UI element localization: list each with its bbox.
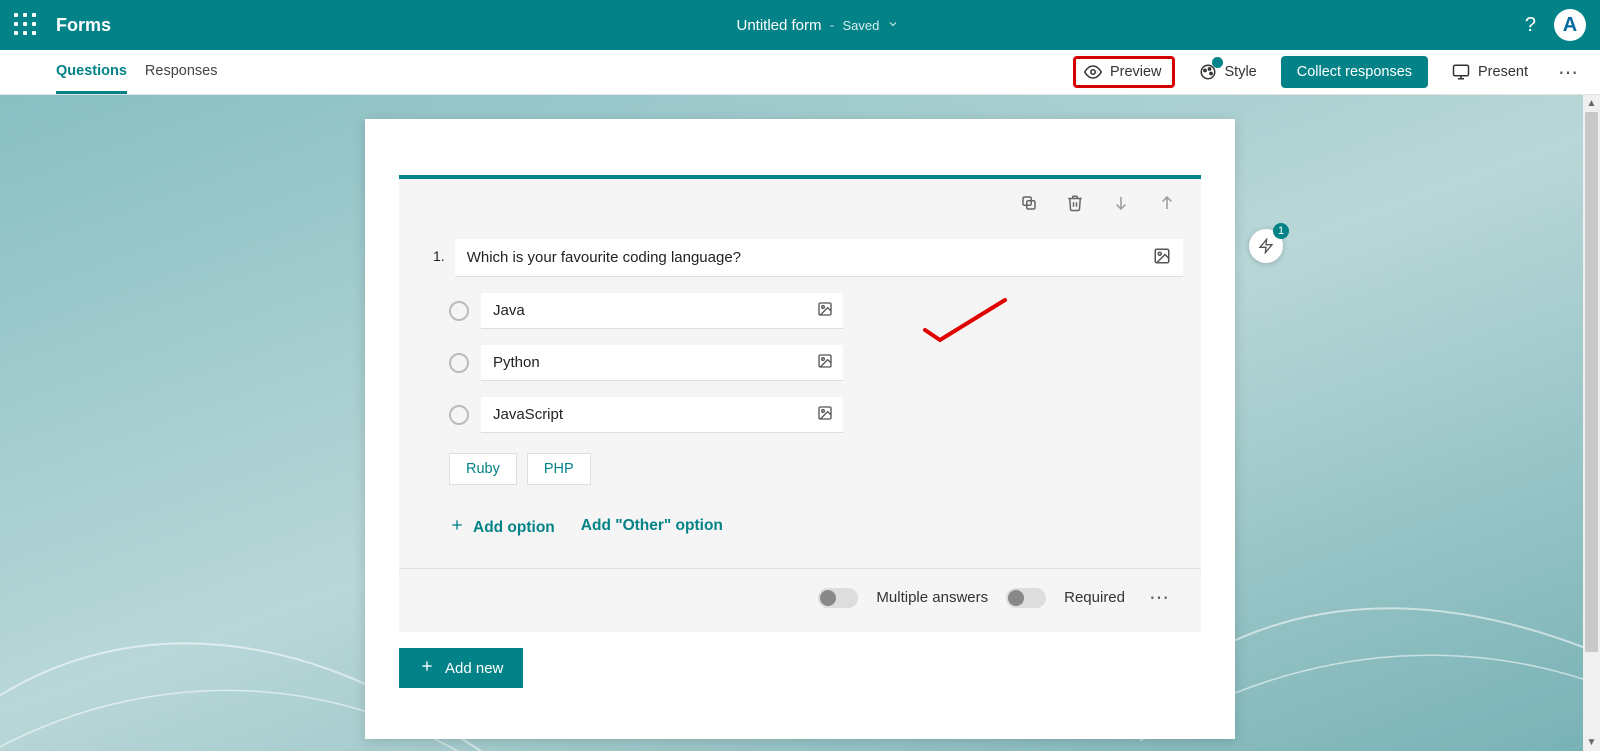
palette-icon <box>1199 63 1217 81</box>
radio-icon[interactable] <box>449 405 469 425</box>
add-new-label: Add new <box>445 660 503 677</box>
option-row <box>449 397 1183 433</box>
trash-icon[interactable] <box>1065 193 1085 213</box>
option-input[interactable] <box>481 397 843 433</box>
collect-responses-button[interactable]: Collect responses <box>1281 56 1428 88</box>
tab-responses[interactable]: Responses <box>145 51 218 94</box>
add-option-button[interactable]: Add option <box>449 517 555 538</box>
insert-media-icon[interactable] <box>817 301 833 322</box>
option-row <box>449 345 1183 381</box>
app-header: Forms Untitled form - Saved ? A <box>0 0 1600 50</box>
insert-media-icon[interactable] <box>817 405 833 426</box>
option-row <box>449 293 1183 329</box>
lightning-icon <box>1258 238 1274 254</box>
multiple-answers-toggle[interactable] <box>818 588 858 608</box>
option-input[interactable] <box>481 293 843 329</box>
plus-icon <box>419 658 435 678</box>
question-card[interactable]: 1. <box>399 175 1201 632</box>
scroll-down-icon[interactable]: ▼ <box>1583 734 1600 751</box>
add-new-button[interactable]: Add new <box>399 648 523 688</box>
app-name[interactable]: Forms <box>56 15 111 36</box>
tab-questions[interactable]: Questions <box>56 51 127 94</box>
preview-label: Preview <box>1110 64 1162 80</box>
monitor-icon <box>1452 63 1470 81</box>
multiple-answers-label: Multiple answers <box>876 589 988 606</box>
style-label: Style <box>1225 64 1257 80</box>
canvas: 1 1. <box>0 95 1600 751</box>
chevron-down-icon[interactable] <box>887 17 899 34</box>
option-input[interactable] <box>481 345 843 381</box>
present-button[interactable]: Present <box>1442 57 1538 87</box>
eye-icon <box>1084 63 1102 81</box>
present-label: Present <box>1478 64 1528 80</box>
user-avatar[interactable]: A <box>1554 9 1586 41</box>
preview-button[interactable]: Preview <box>1073 56 1175 88</box>
move-down-icon[interactable] <box>1111 193 1131 213</box>
radio-icon[interactable] <box>449 301 469 321</box>
style-button[interactable]: Style <box>1189 57 1267 87</box>
ideas-button[interactable]: 1 <box>1249 229 1283 263</box>
form-sheet: 1. <box>365 119 1235 739</box>
vertical-scrollbar[interactable]: ▲ ▼ <box>1583 95 1600 751</box>
collect-label: Collect responses <box>1297 64 1412 80</box>
question-more-icon[interactable]: ⋯ <box>1143 585 1177 610</box>
suggestion-chip[interactable]: PHP <box>527 453 591 485</box>
scroll-thumb[interactable] <box>1585 112 1598 652</box>
plus-icon <box>449 517 465 538</box>
form-title-area: Untitled form - Saved <box>111 17 1525 34</box>
question-text-input[interactable] <box>455 239 1183 277</box>
more-icon[interactable]: ⋯ <box>1552 60 1586 85</box>
question-number: 1. <box>433 239 445 264</box>
app-launcher-icon[interactable] <box>14 13 38 37</box>
save-status: Saved <box>843 18 880 33</box>
move-up-icon[interactable] <box>1157 193 1177 213</box>
required-label: Required <box>1064 589 1125 606</box>
insert-media-icon[interactable] <box>1153 247 1171 270</box>
required-toggle[interactable] <box>1006 588 1046 608</box>
insert-media-icon[interactable] <box>817 353 833 374</box>
ideas-badge: 1 <box>1273 223 1289 239</box>
toolbar: Questions Responses Preview Style Collec… <box>0 50 1600 95</box>
add-option-label: Add option <box>473 519 555 537</box>
scroll-up-icon[interactable]: ▲ <box>1583 95 1600 112</box>
form-title[interactable]: Untitled form <box>736 17 821 34</box>
suggestion-chip[interactable]: Ruby <box>449 453 517 485</box>
add-other-button[interactable]: Add "Other" option <box>581 517 723 538</box>
help-icon[interactable]: ? <box>1525 14 1536 37</box>
radio-icon[interactable] <box>449 353 469 373</box>
copy-icon[interactable] <box>1019 193 1039 213</box>
